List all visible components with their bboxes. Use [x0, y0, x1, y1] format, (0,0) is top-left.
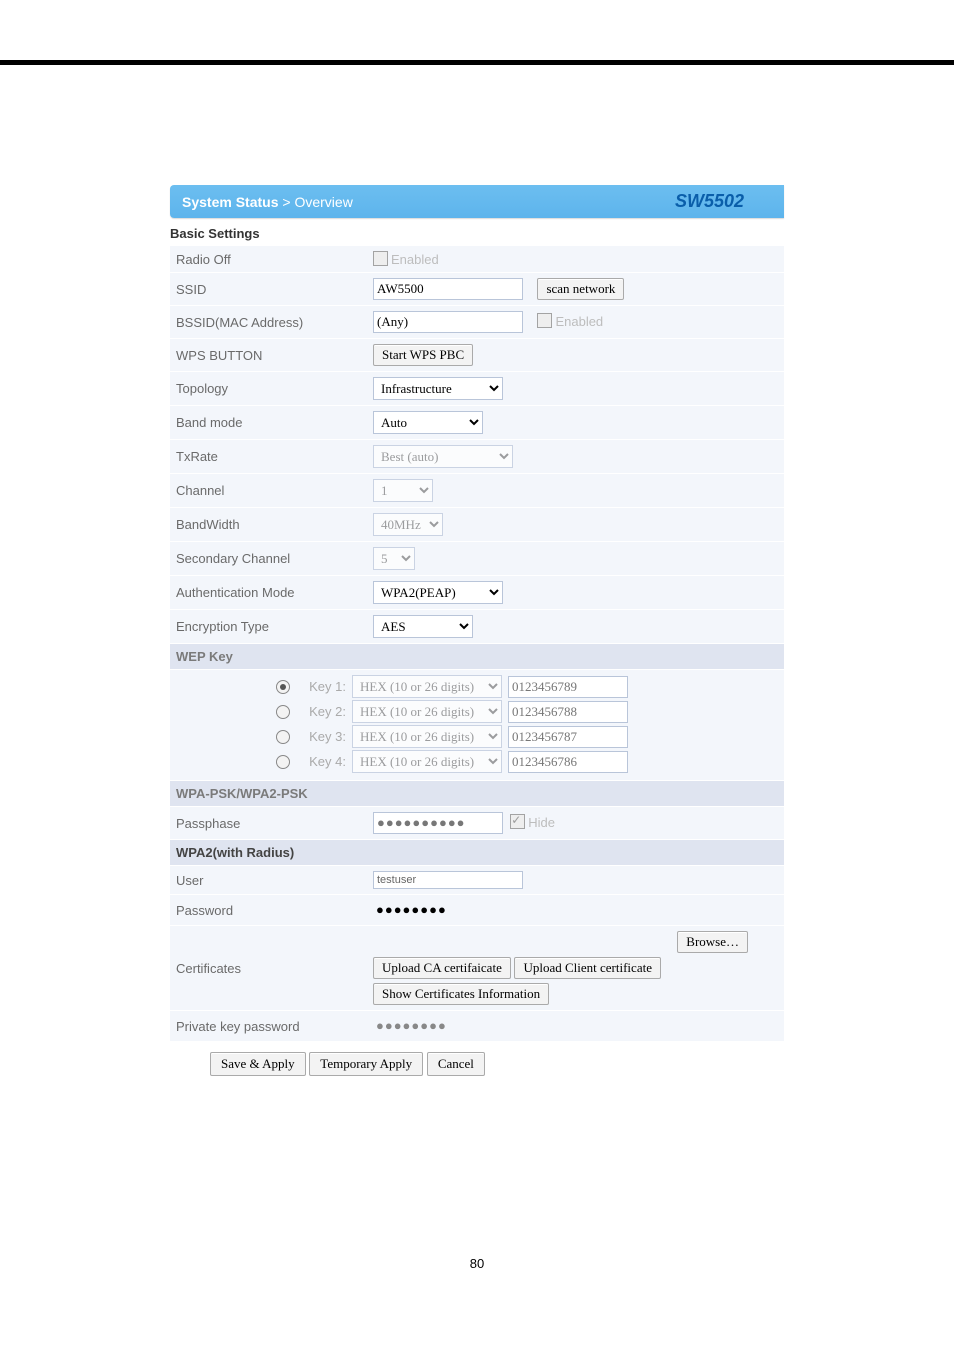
breadcrumb-bar: System Status > Overview SW5502: [170, 185, 784, 218]
enctype-select[interactable]: AES: [373, 615, 473, 638]
radius-password-input[interactable]: [373, 900, 523, 920]
temporary-apply-button[interactable]: Temporary Apply: [309, 1052, 423, 1076]
wep-key2-fmt-select: HEX (10 or 26 digits): [352, 700, 502, 723]
topology-label: Topology: [170, 372, 367, 406]
radius-user-input[interactable]: [373, 871, 523, 889]
wep-key1-input: [508, 676, 628, 698]
authmode-label: Authentication Mode: [170, 576, 367, 610]
bssid-enabled-checkbox[interactable]: [537, 313, 552, 328]
authmode-select[interactable]: WPA2(PEAP): [373, 581, 503, 604]
scan-network-button[interactable]: scan network: [537, 278, 624, 300]
ssid-label: SSID: [170, 273, 367, 306]
passphase-hide-checkbox: [510, 814, 525, 829]
bssid-input[interactable]: [373, 311, 523, 333]
wep-key1-fmt-select: HEX (10 or 26 digits): [352, 675, 502, 698]
breadcrumb-current: Overview: [294, 194, 352, 210]
certificates-label: Certificates: [170, 926, 367, 1011]
wep-key3-input: [508, 726, 628, 748]
wep-key1-label: Key 1:: [298, 679, 346, 694]
ssid-input[interactable]: [373, 278, 523, 300]
wps-label: WPS BUTTON: [170, 339, 367, 372]
browse-button[interactable]: Browse…: [677, 931, 748, 953]
private-key-password-label: Private key password: [170, 1011, 367, 1042]
psk-title: WPA-PSK/WPA2-PSK: [170, 781, 784, 807]
bandwidth-label: BandWidth: [170, 508, 367, 542]
secondary-channel-select: 5: [373, 547, 415, 570]
page-number: 80: [0, 1256, 954, 1271]
radio-off-checkbox[interactable]: [373, 251, 388, 266]
txrate-label: TxRate: [170, 440, 367, 474]
passphase-input: [373, 812, 503, 834]
radio-off-enabled-text: Enabled: [391, 252, 439, 267]
bandwidth-select: 40MHz: [373, 513, 443, 536]
radius-title: WPA2(with Radius): [170, 840, 784, 866]
show-certificates-button[interactable]: Show Certificates Information: [373, 983, 549, 1005]
bssid-label: BSSID(MAC Address): [170, 306, 367, 339]
wep-key2-input: [508, 701, 628, 723]
bssid-enabled-text: Enabled: [555, 314, 603, 329]
wep-key2-label: Key 2:: [298, 704, 346, 719]
channel-select: 1: [373, 479, 433, 502]
device-model: SW5502: [675, 191, 774, 212]
topology-select[interactable]: Infrastructure: [373, 377, 503, 400]
basic-settings-title: Basic Settings: [170, 218, 784, 245]
wep-key4-label: Key 4:: [298, 754, 346, 769]
wep-key4-input: [508, 751, 628, 773]
radius-password-label: Password: [170, 895, 367, 926]
enctype-label: Encryption Type: [170, 610, 367, 644]
bandmode-label: Band mode: [170, 406, 367, 440]
wep-key4-radio[interactable]: [276, 755, 290, 769]
wep-key3-fmt-select: HEX (10 or 26 digits): [352, 725, 502, 748]
radius-user-label: User: [170, 866, 367, 895]
secondary-channel-label: Secondary Channel: [170, 542, 367, 576]
breadcrumb: System Status > Overview: [182, 194, 353, 210]
private-key-password-input: [373, 1016, 523, 1036]
breadcrumb-root: System Status: [182, 194, 278, 210]
wep-key2-radio[interactable]: [276, 705, 290, 719]
radio-off-label: Radio Off: [170, 246, 367, 273]
upload-ca-button[interactable]: Upload CA certifaicate: [373, 957, 511, 979]
top-black-bar: [0, 60, 954, 65]
bandmode-select[interactable]: Auto: [373, 411, 483, 434]
passphase-hide-text: Hide: [528, 815, 555, 830]
save-apply-button[interactable]: Save & Apply: [210, 1052, 306, 1076]
wep-key3-label: Key 3:: [298, 729, 346, 744]
passphase-label: Passphase: [170, 807, 367, 840]
channel-label: Channel: [170, 474, 367, 508]
wep-key3-radio[interactable]: [276, 730, 290, 744]
wep-key4-fmt-select: HEX (10 or 26 digits): [352, 750, 502, 773]
upload-client-button[interactable]: Upload Client certificate: [514, 957, 661, 979]
wep-key1-radio[interactable]: [276, 680, 290, 694]
wep-key-title: WEP Key: [170, 644, 784, 670]
txrate-select: Best (auto): [373, 445, 513, 468]
cancel-button[interactable]: Cancel: [427, 1052, 485, 1076]
wps-button[interactable]: Start WPS PBC: [373, 344, 473, 366]
